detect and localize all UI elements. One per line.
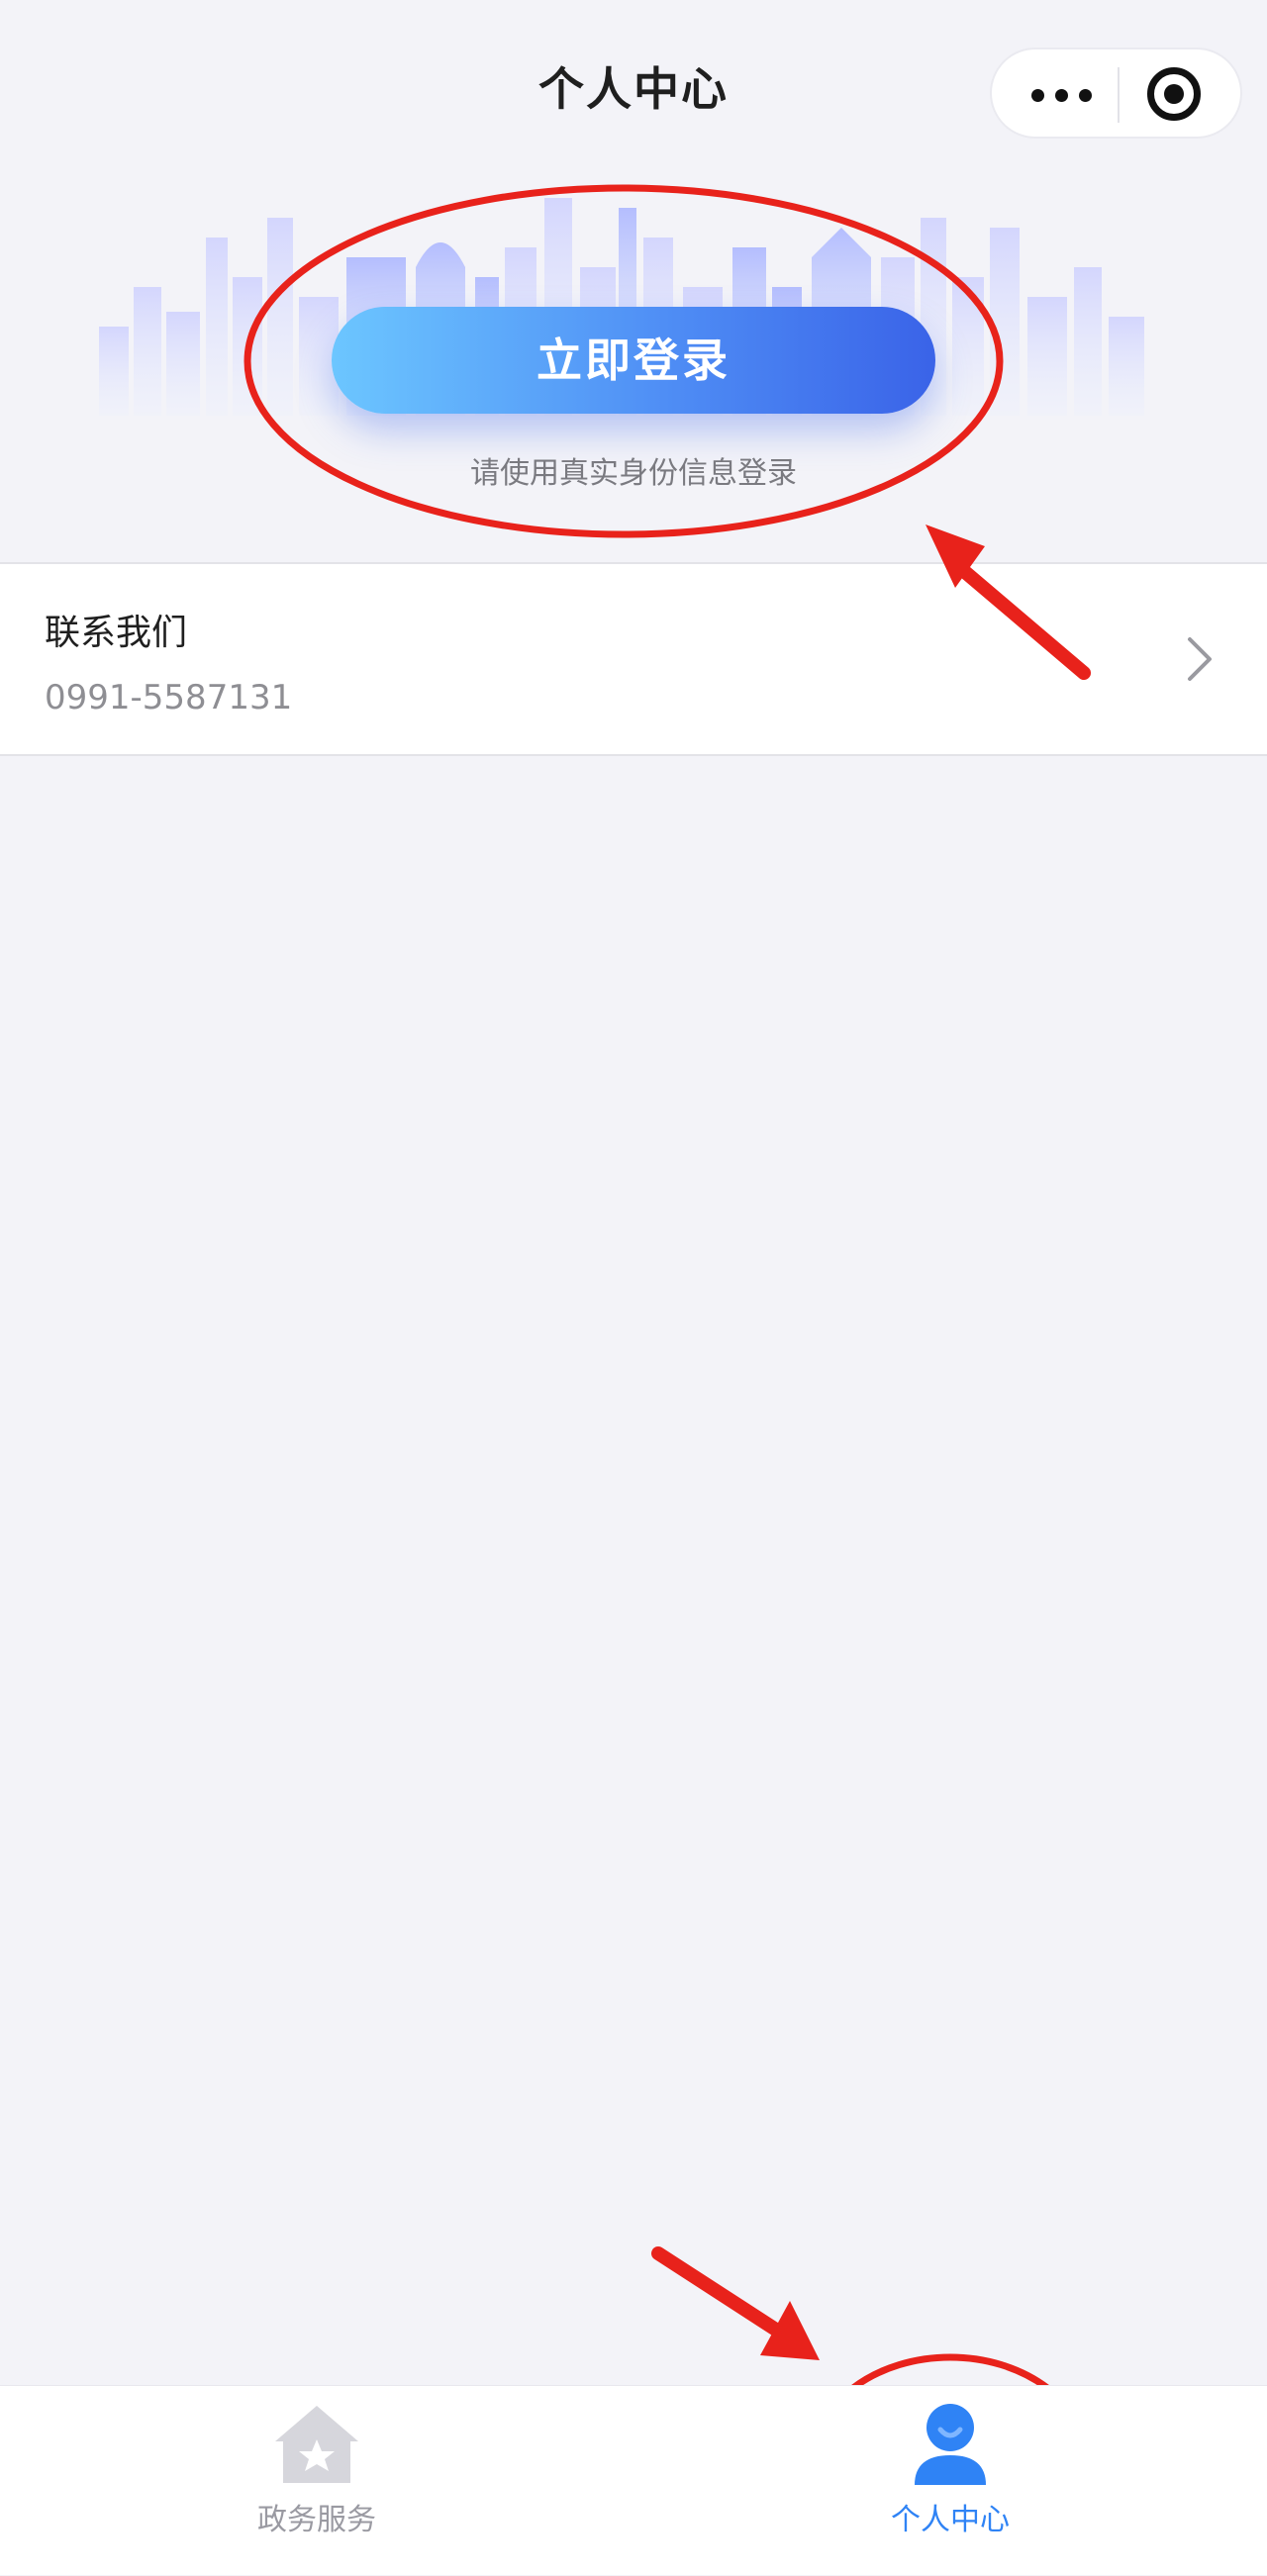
close-mini-program-button[interactable]: [1147, 67, 1203, 123]
tab-government-services[interactable]: 政务服务: [0, 2386, 634, 2576]
annotation-arrow-tab: [651, 2246, 820, 2360]
login-hint-text: 请使用真实身份信息登录: [470, 456, 797, 491]
tab-label-personal-center: 个人中心: [891, 2503, 1010, 2537]
more-options-button[interactable]: [1012, 63, 1111, 127]
contact-phone-number: 0991-5587131: [45, 678, 293, 717]
login-button[interactable]: 立即登录: [332, 307, 935, 414]
tab-label-government-services: 政务服务: [257, 2503, 376, 2537]
tab-personal-center[interactable]: 个人中心: [634, 2386, 1267, 2576]
contact-us-title: 联系我们: [45, 613, 188, 653]
contact-us-row[interactable]: 联系我们 0991-5587131: [0, 562, 1267, 756]
chevron-right-icon: [1188, 637, 1212, 681]
user-icon: [915, 2404, 986, 2485]
login-hero: 立即登录 请使用真实身份信息登录: [0, 148, 1267, 562]
mini-program-capsule: [990, 48, 1242, 139]
capsule-divider: [1118, 67, 1120, 123]
bottom-tab-bar: 政务服务 个人中心: [0, 2385, 1267, 2575]
home-star-icon: [275, 2406, 358, 2483]
